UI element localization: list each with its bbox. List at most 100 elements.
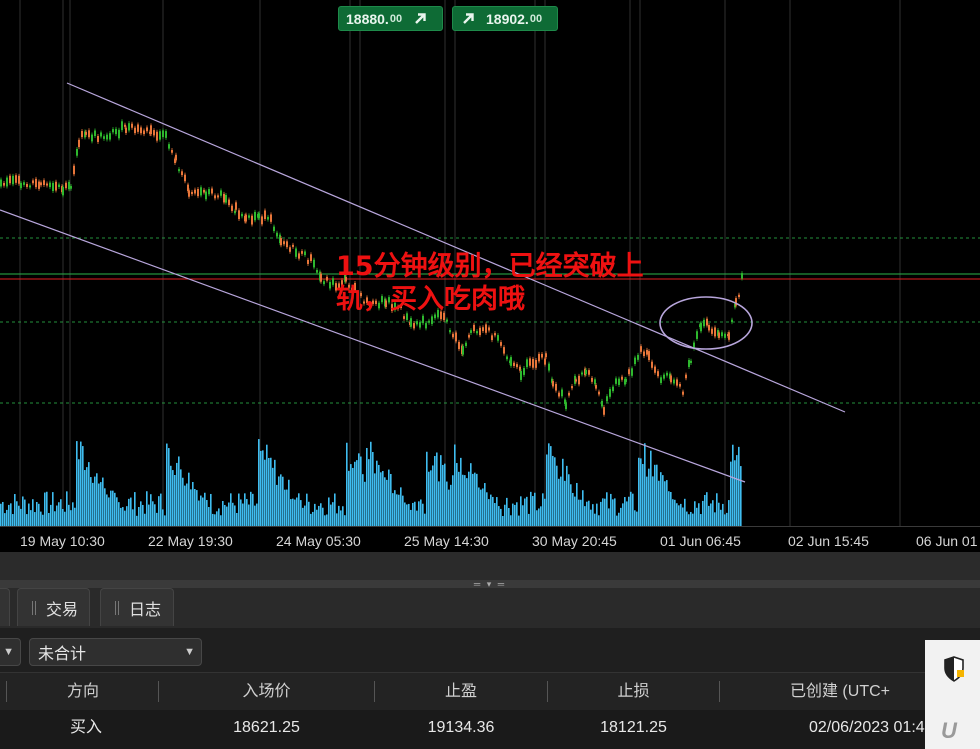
candle-body: [238, 210, 240, 220]
table-row[interactable]: 买入 18621.25 19134.36 18121.25 02/06/2023…: [0, 710, 980, 749]
volume-bar: [472, 473, 474, 526]
candle-body: [673, 379, 675, 384]
bottom-panel-tabs: 交易 日志: [0, 588, 980, 628]
volume-bar: [34, 512, 36, 526]
candle-body: [516, 364, 518, 368]
candle-body: [205, 191, 207, 200]
volume-bar: [410, 509, 412, 526]
volume-bar: [158, 496, 160, 526]
candle-body: [643, 351, 645, 357]
tab-log-label: 日志: [129, 601, 162, 619]
volume-bar: [350, 464, 352, 526]
volume-bar: [262, 450, 264, 526]
volume-bar: [726, 512, 728, 526]
candle-body: [538, 353, 540, 362]
panel-splitter-handle[interactable]: ═ ▾ ═: [0, 579, 980, 589]
column-header-created[interactable]: 已创建 (UTC+: [720, 673, 960, 710]
volume-bar: [406, 504, 408, 526]
shield-icon[interactable]: [943, 656, 965, 687]
column-header-take-profit[interactable]: 止盈: [375, 673, 547, 710]
volume-bar: [270, 457, 272, 526]
candle-body: [591, 377, 593, 382]
volume-bar: [56, 505, 58, 526]
candle-body: [679, 383, 681, 387]
column-header-direction[interactable]: 方向: [8, 673, 158, 710]
candle-body: [403, 316, 405, 319]
column-header-entry-price[interactable]: 入场价: [159, 673, 374, 710]
candle-body: [32, 180, 34, 184]
candle-body: [714, 327, 716, 337]
candle-body: [49, 182, 51, 188]
candle-body: [26, 183, 28, 187]
bid-price-badge[interactable]: 18902. 00: [452, 6, 558, 31]
volume-bar: [616, 515, 618, 526]
volume-bar: [192, 481, 194, 526]
candle-body: [476, 331, 478, 334]
volume-bar: [500, 508, 502, 526]
volume-bar: [102, 477, 104, 526]
volume-bar: [494, 503, 496, 526]
volume-bar: [534, 492, 536, 526]
column-separator[interactable]: [6, 681, 7, 702]
volume-bar: [572, 492, 574, 526]
candle-body: [449, 330, 451, 333]
volume-bar: [142, 504, 144, 526]
candle-body: [103, 136, 105, 139]
volume-bar: [650, 450, 652, 526]
candle-body: [682, 391, 684, 395]
candle-body: [115, 128, 117, 135]
ask-price-badge[interactable]: 18880. 00: [338, 6, 443, 31]
volume-bar: [528, 513, 530, 526]
volume-bar: [464, 475, 466, 526]
column-header-stop-loss[interactable]: 止损: [548, 673, 719, 710]
tab-previous[interactable]: [0, 588, 10, 626]
volume-bar: [220, 515, 222, 526]
volume-bar: [54, 511, 56, 526]
candle-body: [431, 316, 433, 324]
volume-bar: [462, 474, 464, 526]
candle-body: [648, 351, 650, 361]
volume-bar: [38, 503, 40, 526]
volume-bar: [198, 500, 200, 526]
volume-bar: [686, 511, 688, 526]
total-filter-dropdown[interactable]: 未合计 ▼: [29, 638, 202, 666]
volume-bar: [68, 504, 70, 526]
volume-bar: [524, 498, 526, 526]
candle-body: [292, 244, 294, 247]
candle-body: [497, 335, 499, 341]
volume-bar: [612, 499, 614, 526]
volume-bar: [308, 501, 310, 526]
volume-bar: [46, 491, 48, 526]
candle-body: [78, 139, 80, 148]
volume-bar: [608, 508, 610, 526]
candle-body: [208, 189, 210, 195]
filter-dropdown-left[interactable]: ▼: [0, 638, 21, 666]
tab-trade[interactable]: 交易: [17, 588, 90, 626]
price-chart[interactable]: 18880. 00 18902. 00 15分钟级别，已经突破上 轨，买入吃肉哦: [0, 0, 980, 526]
tab-log[interactable]: 日志: [100, 588, 174, 626]
time-tick-label: 01 Jun 06:45: [660, 533, 741, 549]
volume-bar: [282, 476, 284, 526]
volume-bar: [502, 515, 504, 526]
time-tick-label: 25 May 14:30: [404, 533, 489, 549]
volume-bar: [390, 473, 392, 526]
volume-bar: [210, 493, 212, 526]
volume-bar: [630, 491, 632, 526]
cell-entry-price: 18621.25: [233, 719, 300, 736]
volume-bar: [492, 496, 494, 526]
candle-body: [211, 188, 213, 194]
candle-body: [235, 202, 237, 210]
volume-bar: [2, 501, 4, 526]
app-logo[interactable]: U: [941, 718, 957, 744]
chart-bottom-strip: [0, 552, 980, 580]
volume-bar: [96, 473, 98, 526]
candle-body: [125, 127, 127, 133]
volume-bar: [570, 484, 572, 526]
up-right-arrow-icon: [412, 11, 428, 27]
orders-table-header: 方向 入场价 止盈 止损 已创建 (UTC+: [0, 672, 980, 710]
candle-body: [416, 321, 418, 325]
volume-bar: [70, 510, 72, 526]
time-axis[interactable]: 19 May 10:30 22 May 19:30 24 May 05:30 2…: [0, 526, 980, 552]
time-tick-label: 02 Jun 15:45: [788, 533, 869, 549]
side-widget[interactable]: U: [925, 640, 980, 749]
